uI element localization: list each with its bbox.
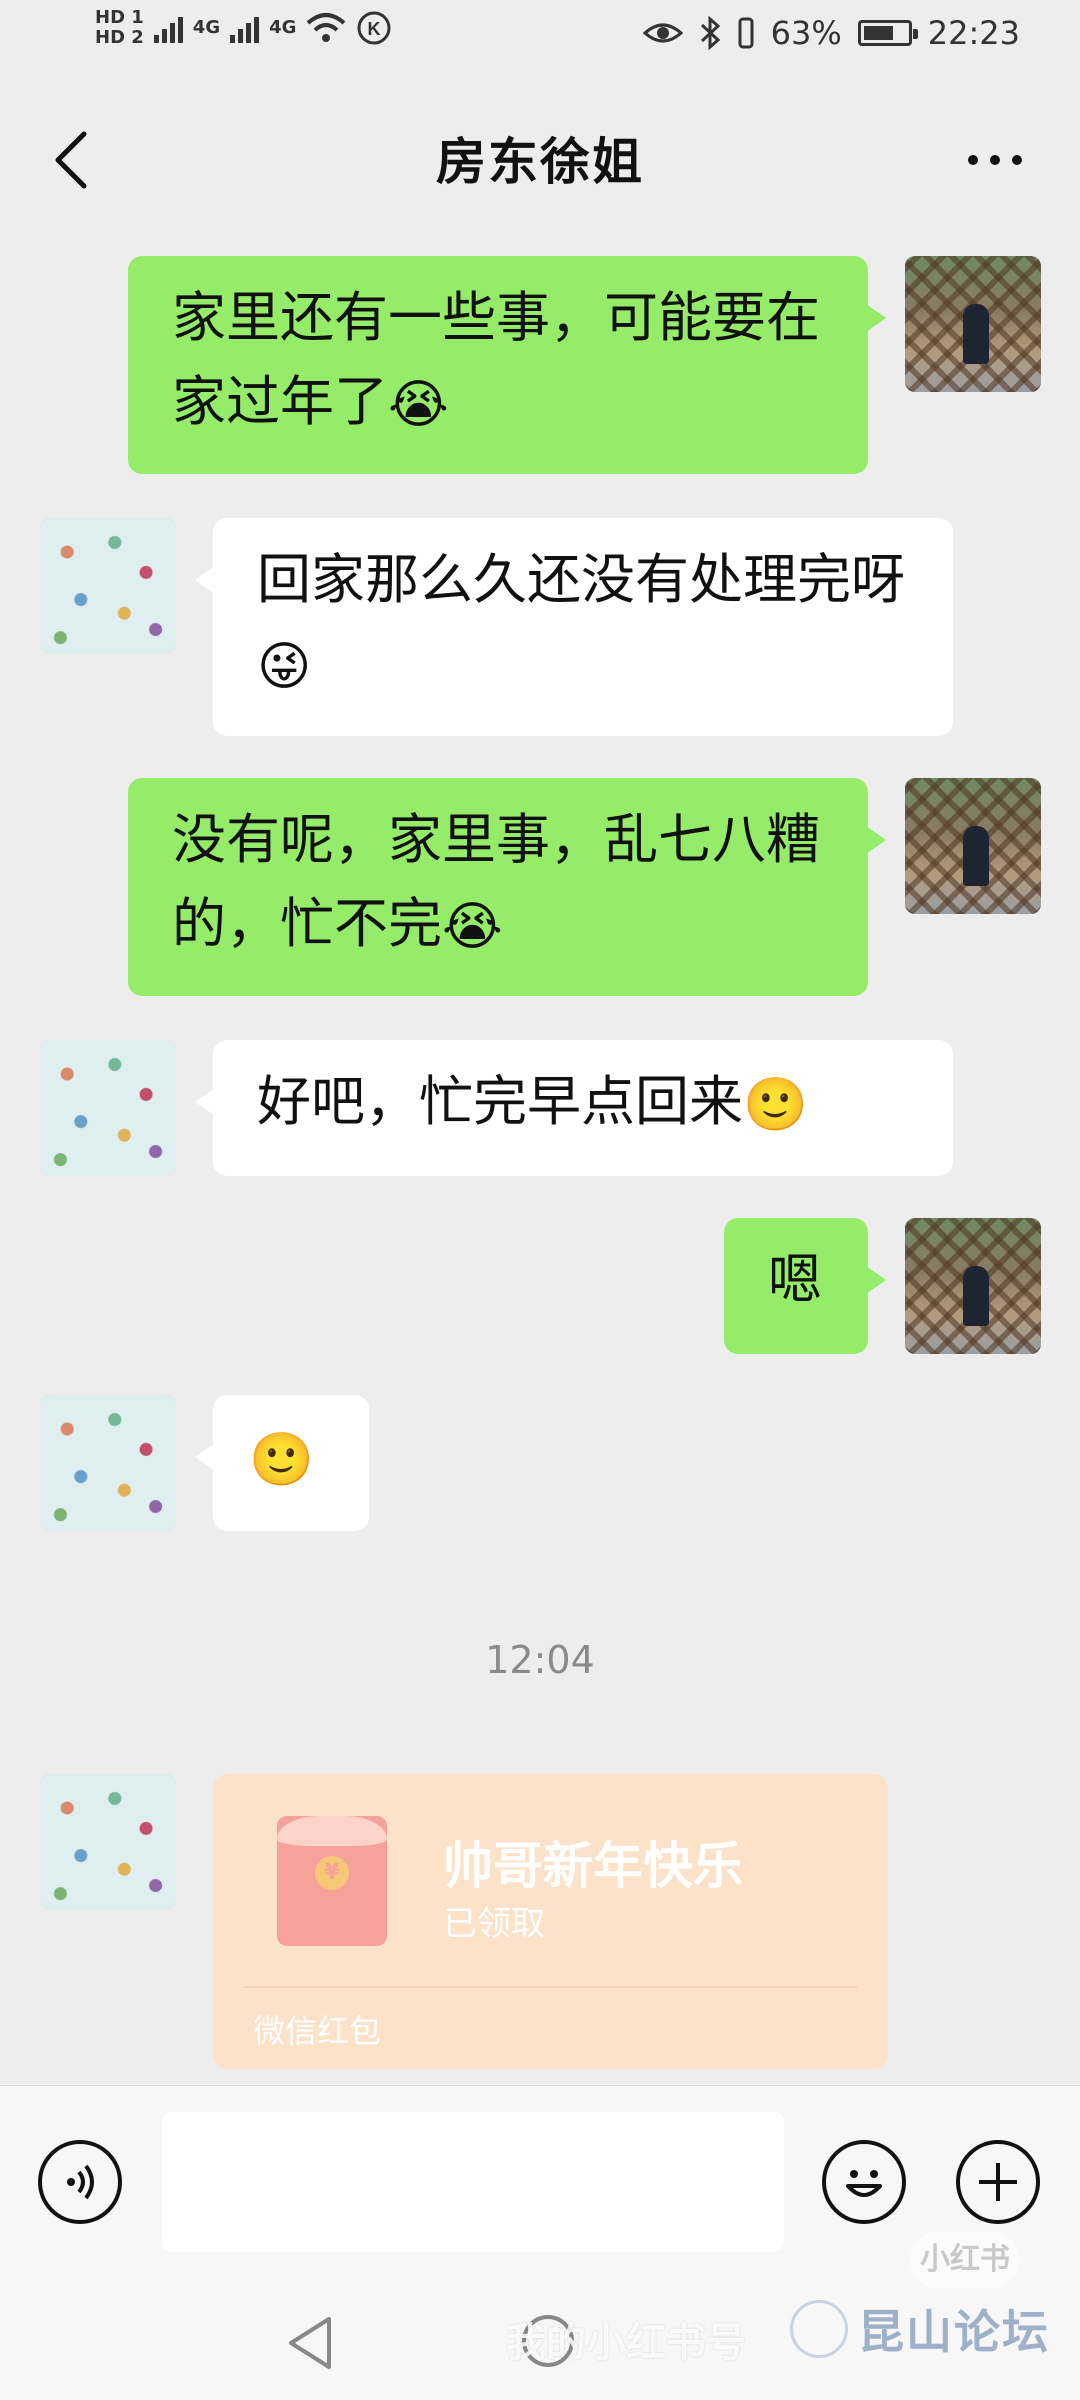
- network-1-label: 4G: [192, 17, 221, 38]
- my-avatar[interactable]: [905, 256, 1041, 392]
- smiley-icon: [846, 2170, 882, 2197]
- status-left-cluster: HD 1 HD 2 4G 4G K: [95, 8, 392, 48]
- xiaohongshu-badge: 小红书: [910, 2232, 1020, 2288]
- message-bubble-received[interactable]: 回家那么久还没有处理完呀 😜: [195, 518, 953, 736]
- battery-icon: [857, 20, 918, 46]
- message-bubble-sent[interactable]: 没有呢，家里事，乱七八糟的，忙不完😭: [128, 778, 886, 996]
- red-packet-icon: ¥: [277, 1816, 387, 1946]
- status-bar: HD 1 HD 2 4G 4G K 63% 22:23: [0, 0, 1080, 80]
- chat-title: 房东徐姐: [436, 133, 644, 191]
- hd1-label: HD 1: [95, 7, 144, 28]
- my-avatar[interactable]: [905, 1218, 1041, 1354]
- status-time: 22:23: [927, 14, 1020, 52]
- hd-indicators: HD 1 HD 2: [95, 8, 144, 48]
- watermark-text: 我的小红书号: [506, 2320, 746, 2366]
- message-text: 好吧，忙完早点回来: [257, 1070, 743, 1133]
- message-input[interactable]: [162, 2112, 784, 2252]
- vibrate-icon: [738, 17, 754, 49]
- status-right-cluster: 63% 22:23: [642, 14, 1020, 52]
- contact-avatar[interactable]: [40, 1040, 176, 1176]
- more-dot-icon: [1012, 155, 1022, 165]
- smile-emoji: 🙂: [743, 1075, 808, 1136]
- my-avatar[interactable]: [905, 778, 1041, 914]
- more-button[interactable]: [950, 120, 1040, 200]
- network-2-label: 4G: [269, 17, 297, 38]
- chat-header: 房东徐姐: [0, 80, 1080, 240]
- red-packet-divider: [243, 1986, 858, 1988]
- contact-avatar[interactable]: [40, 518, 176, 654]
- message-bubble-received[interactable]: 🙂: [195, 1395, 369, 1531]
- plus-icon: [979, 2163, 1017, 2201]
- brand-logo-icon: [790, 2300, 848, 2358]
- more-actions-button[interactable]: [956, 2140, 1040, 2224]
- crying-laughing-emoji: 😭: [388, 375, 449, 436]
- red-packet-card[interactable]: ¥ 帅哥新年快乐 已领取 微信红包: [213, 1774, 888, 2069]
- k-badge-icon: K: [357, 11, 391, 45]
- brand-name: 昆山论坛: [858, 2305, 1050, 2359]
- more-dot-icon: [990, 155, 1000, 165]
- voice-icon: [67, 2164, 94, 2200]
- hd2-label: HD 2: [95, 27, 144, 48]
- eye-icon: [642, 23, 683, 43]
- red-packet-title: 帅哥新年快乐: [443, 1837, 743, 1895]
- message-bubble-received[interactable]: 好吧，忙完早点回来🙂: [195, 1040, 953, 1176]
- message-text: 嗯: [768, 1248, 822, 1311]
- smile-emoji: 🙂: [249, 1430, 314, 1491]
- message-text: 回家那么久还没有处理完呀: [257, 548, 905, 611]
- voice-button[interactable]: [38, 2140, 122, 2224]
- chat-timestamp: 12:04: [485, 1638, 595, 1682]
- signal-2-icon: [230, 13, 260, 43]
- contact-avatar[interactable]: [40, 1395, 176, 1531]
- message-bubble-sent[interactable]: 嗯: [724, 1218, 886, 1354]
- red-packet-coin: ¥: [315, 1856, 349, 1890]
- wifi-icon: [307, 13, 346, 42]
- red-packet-status: 已领取: [443, 1904, 545, 1944]
- svg-text:K: K: [368, 19, 381, 39]
- more-dot-icon: [968, 155, 978, 165]
- signal-1-icon: [153, 13, 183, 43]
- watermark-brand: 昆山论坛: [790, 2296, 1050, 2362]
- nav-back-icon[interactable]: [285, 2315, 335, 2371]
- winking-tongue-emoji: 😜: [257, 637, 312, 698]
- crying-laughing-emoji: 😭: [442, 897, 503, 958]
- red-packet-footer: 微信红包: [253, 2012, 382, 2050]
- contact-avatar[interactable]: [40, 1774, 176, 1910]
- message-bubble-sent[interactable]: 家里还有一些事，可能要在家过年了😭: [128, 256, 886, 474]
- emoji-button[interactable]: [822, 2140, 906, 2224]
- battery-percent: 63%: [770, 14, 842, 52]
- message-text: 家里还有一些事，可能要在家过年了: [172, 286, 820, 433]
- bluetooth-icon: [700, 16, 720, 50]
